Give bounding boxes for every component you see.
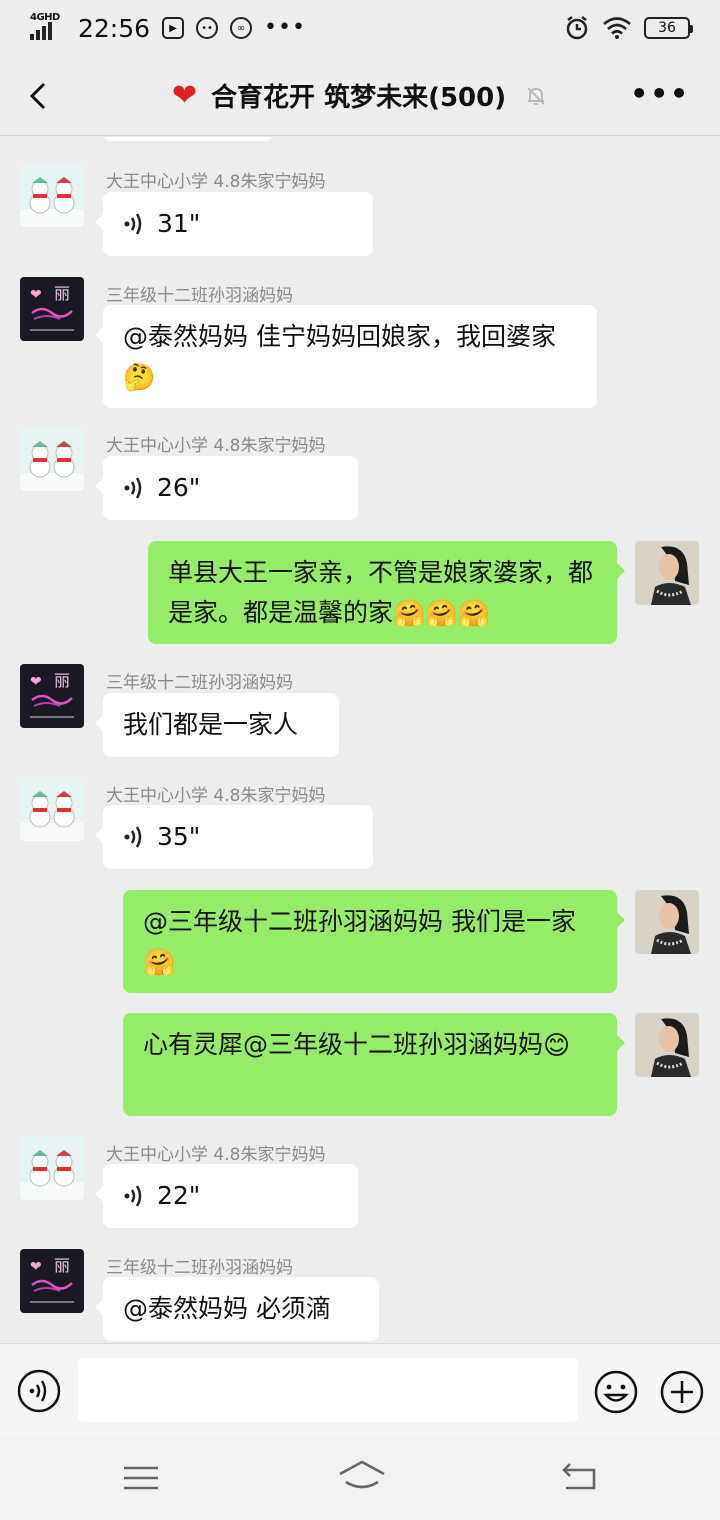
smile-emoji: 😊 — [543, 1031, 571, 1061]
plus-icon[interactable] — [658, 1368, 706, 1416]
bell-off-icon — [527, 86, 545, 105]
wechat-icon: ∞ — [230, 17, 253, 39]
sender-name: 三年级十二班孙羽涵妈妈 — [106, 1258, 293, 1278]
home-icon[interactable] — [338, 1458, 386, 1498]
avatar[interactable] — [20, 777, 84, 841]
text-message[interactable]: @泰然妈妈 必须滴 — [95, 1277, 379, 1341]
message-text: 我们都是一家人 — [123, 710, 299, 739]
sender-name: 三年级十二班孙羽涵妈妈 — [106, 673, 293, 693]
text-message[interactable]: 心有灵犀@三年级十二班孙羽涵妈妈😊 — [123, 1013, 625, 1116]
message-text: @三年级十二班孙羽涵妈妈 我们是一家 — [143, 907, 576, 936]
play-icon: ▶ — [162, 17, 185, 39]
message-text: 单县大王一家亲，不管是娘家婆家，都是家。都是温馨的家 — [168, 558, 594, 627]
status-bar: 4GHD 22:56 ▶ •• ∞ ••• 36 — [0, 0, 720, 56]
chevron-left-icon[interactable] — [22, 78, 58, 114]
sender-name: 大王中心小学 4.8朱家宁妈妈 — [106, 172, 326, 192]
text-message[interactable]: 我们都是一家人 — [95, 693, 339, 757]
partial-bubble — [103, 137, 273, 141]
voice-duration: 35" — [157, 822, 201, 851]
clock: 22:56 — [78, 13, 151, 43]
own-avatar[interactable] — [635, 541, 699, 605]
more-dots-icon: ••• — [264, 15, 306, 40]
voice-wave-icon — [124, 477, 142, 499]
avatar[interactable] — [20, 427, 84, 491]
voice-wave-icon — [124, 1185, 142, 1207]
sender-name: 大王中心小学 4.8朱家宁妈妈 — [106, 436, 326, 456]
thinking-emoji: 🤔 — [123, 363, 156, 393]
avatar[interactable]: ❤ 丽 — [20, 1249, 84, 1313]
sender-name: 三年级十二班孙羽涵妈妈 — [106, 286, 293, 306]
input-bar — [0, 1343, 720, 1436]
hug-emoji: 🤗 — [143, 948, 176, 978]
avatar[interactable] — [20, 1136, 84, 1200]
message-input[interactable] — [78, 1358, 578, 1422]
network-type: 4GHD — [30, 12, 60, 23]
menu-icon[interactable] — [120, 1458, 162, 1498]
status-left: 4GHD 22:56 ▶ •• ∞ ••• — [30, 12, 306, 43]
text-message[interactable]: @三年级十二班孙羽涵妈妈 我们是一家 🤗 — [123, 890, 625, 993]
voice-message[interactable]: 26" — [95, 456, 358, 520]
battery-icon: 36 — [644, 17, 693, 39]
avatar[interactable]: ❤ 丽 — [20, 277, 84, 341]
svg-text:❤: ❤ — [30, 674, 42, 690]
voice-mode-icon[interactable] — [16, 1368, 62, 1414]
sender-name: 大王中心小学 4.8朱家宁妈妈 — [106, 1145, 326, 1165]
chat-title-group[interactable]: ❤ 合育花开 筑梦未来(500) — [172, 77, 548, 114]
more-options-button[interactable]: ••• — [630, 80, 690, 108]
signal-icon: 4GHD — [30, 12, 64, 40]
voice-duration: 31" — [157, 209, 201, 238]
chat-title: 合育花开 筑梦未来(500) — [211, 83, 507, 113]
system-nav-bar — [0, 1436, 720, 1520]
alarm-icon — [566, 16, 588, 40]
robot-icon: •• — [196, 17, 219, 39]
avatar[interactable]: ❤ 丽 — [20, 664, 84, 728]
message-text: @泰然妈妈 必须滴 — [123, 1294, 331, 1323]
chat-messages[interactable]: 大王中心小学 4.8朱家宁妈妈 31" ❤ 丽 三年级十二班孙羽涵妈妈 @泰然妈妈… — [0, 137, 720, 1343]
battery-level: 36 — [658, 20, 676, 36]
svg-text:❤: ❤ — [30, 287, 42, 303]
chat-header: ❤ 合育花开 筑梦未来(500) ••• — [0, 56, 720, 136]
message-text: @泰然妈妈 佳宁妈妈回娘家，我回婆家 — [123, 322, 556, 351]
text-message[interactable]: @泰然妈妈 佳宁妈妈回娘家，我回婆家 🤔 — [95, 305, 597, 408]
own-avatar[interactable] — [635, 1013, 699, 1077]
wifi-icon — [603, 17, 631, 39]
voice-message[interactable]: 31" — [95, 192, 373, 256]
voice-duration: 26" — [157, 473, 201, 502]
avatar[interactable] — [20, 163, 84, 227]
svg-text:❤: ❤ — [30, 1259, 42, 1275]
voice-message[interactable]: 35" — [95, 805, 373, 869]
back-icon[interactable] — [558, 1458, 600, 1498]
voice-wave-icon — [124, 826, 142, 848]
heart-icon: ❤ — [171, 78, 198, 113]
voice-duration: 22" — [157, 1181, 201, 1210]
emoji-icon[interactable] — [592, 1368, 640, 1416]
message-text: 心有灵犀@三年级十二班孙羽涵妈妈 — [143, 1030, 544, 1059]
own-avatar[interactable] — [635, 890, 699, 954]
voice-wave-icon — [124, 213, 142, 235]
svg-text:丽: 丽 — [54, 284, 70, 303]
voice-message[interactable]: 22" — [95, 1164, 358, 1228]
hug-emoji: 🤗🤗🤗 — [393, 599, 491, 629]
svg-text:丽: 丽 — [54, 671, 70, 690]
svg-text:丽: 丽 — [54, 1256, 70, 1275]
sender-name: 大王中心小学 4.8朱家宁妈妈 — [106, 786, 326, 806]
text-message[interactable]: 单县大王一家亲，不管是娘家婆家，都是家。都是温馨的家🤗🤗🤗 — [148, 541, 625, 644]
status-right: 36 — [564, 15, 693, 41]
